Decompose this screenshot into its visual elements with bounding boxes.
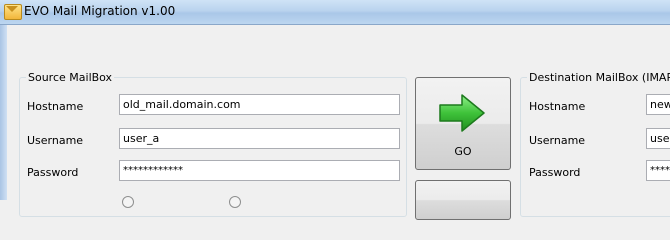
go-button-label: GO [454, 145, 472, 158]
source-mailbox-title: Source MailBox [26, 71, 115, 84]
destination-password-field[interactable]: **** [646, 160, 670, 181]
destination-mailbox-title: Destination MailBox (IMAP [527, 71, 670, 84]
source-username-label: Username [27, 134, 84, 147]
mail-envelope-icon [4, 4, 22, 20]
source-password-field[interactable]: ************ [119, 160, 400, 181]
radio-option-2[interactable] [229, 196, 241, 208]
window-title: EVO Mail Migration v1.00 [24, 4, 176, 18]
destination-password-label: Password [529, 166, 581, 179]
destination-hostname-label: Hostname [529, 100, 586, 113]
source-hostname-label: Hostname [27, 100, 84, 113]
green-right-arrow-icon [439, 94, 485, 132]
title-bar[interactable]: EVO Mail Migration v1.00 [0, 0, 670, 25]
window-frame-left [0, 25, 7, 200]
destination-username-label: Username [529, 134, 586, 147]
source-hostname-field[interactable]: old_mail.domain.com [119, 94, 400, 115]
destination-hostname-field[interactable]: new [646, 94, 670, 115]
source-password-label: Password [27, 166, 79, 179]
secondary-button[interactable] [415, 180, 511, 220]
destination-username-field[interactable]: user [646, 128, 670, 149]
source-username-field[interactable]: user_a [119, 128, 400, 149]
go-button[interactable]: GO [415, 77, 511, 170]
radio-option-1[interactable] [122, 196, 134, 208]
